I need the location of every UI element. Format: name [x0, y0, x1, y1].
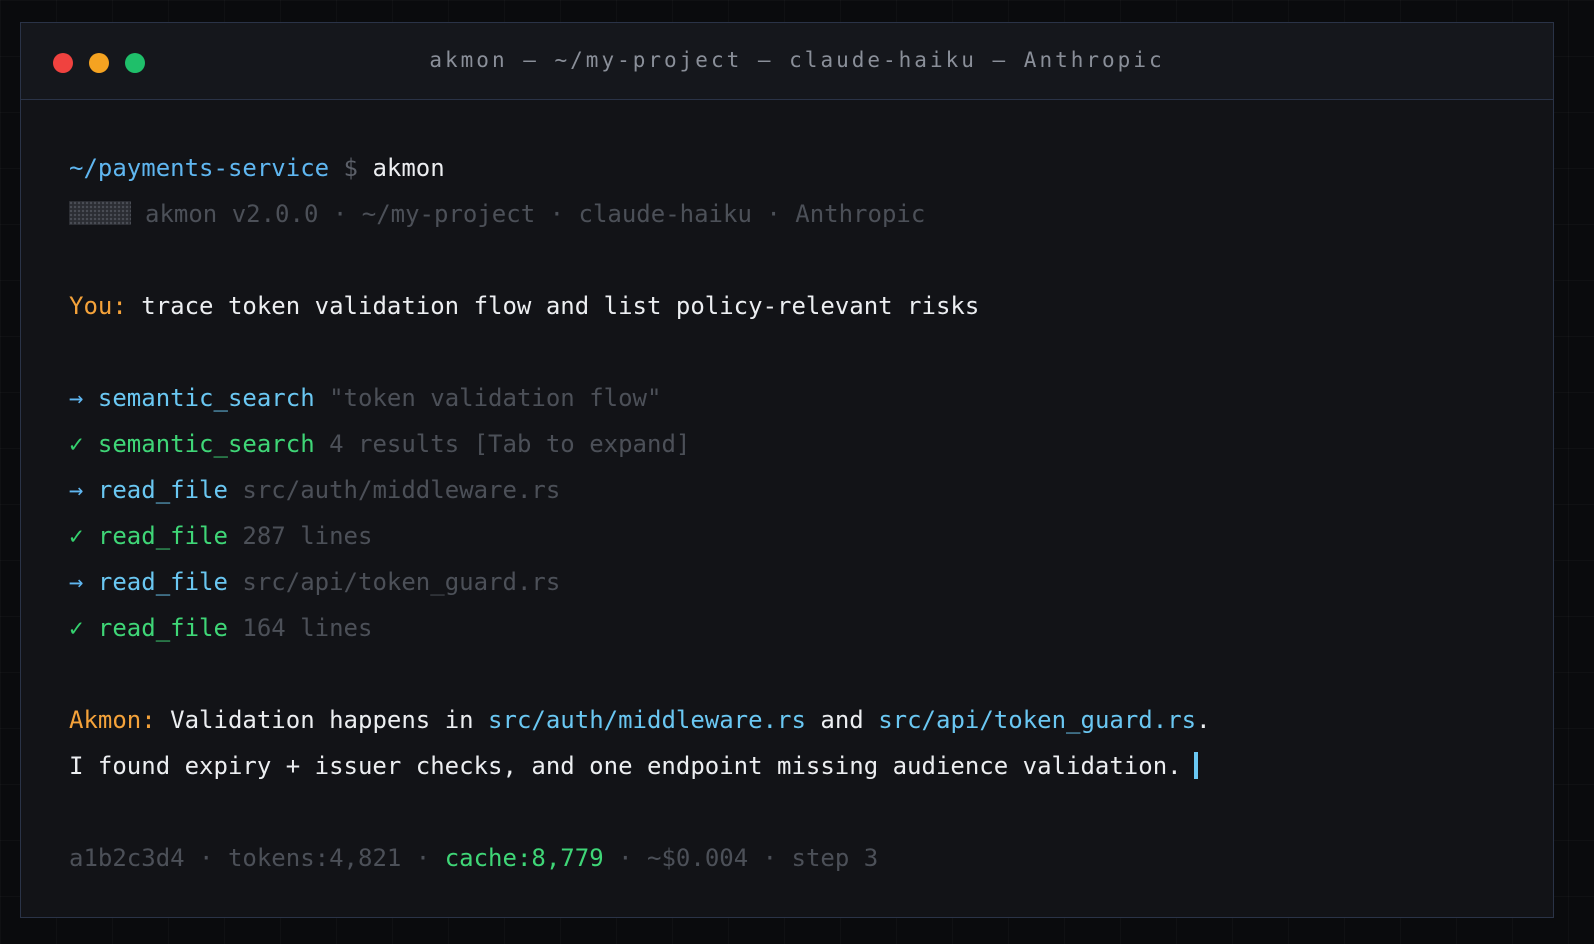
text-cursor	[1193, 752, 1198, 779]
tool-detail: 4 results [Tab to expand]	[329, 430, 691, 458]
tool-detail: "token validation flow"	[329, 384, 662, 412]
tool-name: read_file	[97, 476, 228, 504]
tool-name: read_file	[97, 522, 228, 550]
tool-call-row[interactable]: → semantic_search "token validation flow…	[69, 375, 1513, 421]
prompt-path: ~/payments-service	[69, 154, 330, 182]
tool-name: read_file	[97, 568, 228, 596]
banner-separator: ·	[766, 200, 781, 228]
title-bar: akmon — ~/my-project — claude-haiku — An…	[21, 23, 1553, 100]
prompt-command: akmon	[372, 154, 445, 182]
status-separator: ·	[618, 844, 633, 872]
prompt-dollar: $	[343, 154, 358, 182]
tool-detail: src/auth/middleware.rs	[242, 476, 561, 504]
status-tokens: tokens:4,821	[227, 844, 402, 872]
running-arrow-icon: →	[69, 384, 84, 412]
check-icon: ✓	[69, 614, 84, 642]
assistant-response-line: Akmon: Validation happens in src/auth/mi…	[69, 697, 1513, 743]
banner-separator: ·	[332, 200, 348, 228]
running-arrow-icon: →	[69, 568, 84, 596]
response-text: and	[820, 706, 864, 734]
status-separator: ·	[762, 844, 778, 872]
user-message-line: You: trace token validation flow and lis…	[69, 283, 1513, 329]
response-text: Validation happens in	[170, 706, 474, 734]
tool-result-row[interactable]: ✓ read_file 287 lines	[69, 513, 1513, 559]
running-arrow-icon: →	[69, 476, 84, 504]
status-cache: cache:8,779	[444, 844, 604, 872]
tool-result-row[interactable]: ✓ read_file 164 lines	[69, 605, 1513, 651]
tool-name: semantic_search	[97, 430, 315, 458]
terminal-window: akmon — ~/my-project — claude-haiku — An…	[20, 22, 1554, 918]
tool-name: read_file	[97, 614, 228, 642]
banner-provider: Anthropic	[795, 200, 926, 228]
status-cost: ~$0.004	[647, 844, 749, 872]
status-step: step 3	[791, 844, 879, 872]
banner-version: akmon v2.0.0	[145, 200, 319, 228]
assistant-response-line: I found expiry + issuer checks, and one …	[69, 743, 1513, 789]
file-link[interactable]: src/auth/middleware.rs	[488, 706, 806, 734]
banner-model: claude-haiku	[578, 200, 752, 228]
check-icon: ✓	[69, 522, 84, 550]
user-message: trace token validation flow and list pol…	[141, 292, 980, 320]
banner-project: ~/my-project	[361, 200, 536, 228]
status-line: a1b2c3d4 · tokens:4,821 · cache:8,779 · …	[69, 835, 1513, 881]
status-separator: ·	[415, 844, 431, 872]
user-label: You:	[69, 292, 127, 320]
tool-detail: src/api/token_guard.rs	[242, 568, 561, 596]
assistant-label: Akmon:	[69, 706, 156, 734]
tool-detail: 287 lines	[242, 522, 373, 550]
banner-line: akmon v2.0.0 · ~/my-project · claude-hai…	[69, 191, 1513, 237]
file-link[interactable]: src/api/token_guard.rs	[878, 706, 1196, 734]
check-icon: ✓	[69, 430, 84, 458]
banner-separator: ·	[549, 200, 565, 228]
window-title: akmon — ~/my-project — claude-haiku — An…	[429, 48, 1165, 72]
akmon-logo-icon	[69, 201, 131, 225]
tool-result-row[interactable]: ✓ semantic_search 4 results [Tab to expa…	[69, 421, 1513, 467]
status-separator: ·	[199, 844, 214, 872]
response-text: I found expiry + issuer checks, and one …	[69, 752, 1182, 780]
shell-prompt-line: ~/payments-service $ akmon	[69, 145, 1513, 191]
tool-call-row[interactable]: → read_file src/auth/middleware.rs	[69, 467, 1513, 513]
response-text: .	[1196, 706, 1211, 734]
tool-detail: 164 lines	[242, 614, 373, 642]
tool-call-row[interactable]: → read_file src/api/token_guard.rs	[69, 559, 1513, 605]
status-hash: a1b2c3d4	[69, 844, 185, 872]
tool-name: semantic_search	[97, 384, 315, 412]
terminal-output[interactable]: ~/payments-service $ akmon akmon v2.0.0 ·…	[69, 145, 1513, 881]
